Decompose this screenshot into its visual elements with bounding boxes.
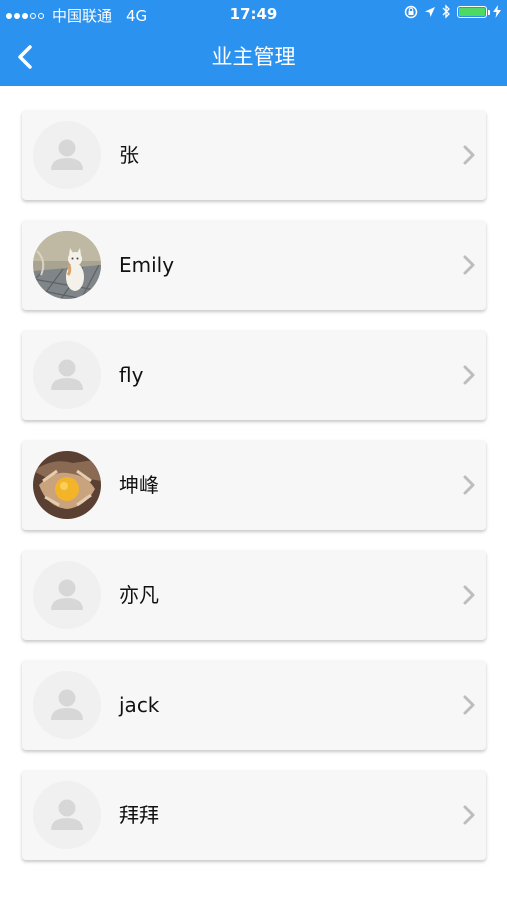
- chevron-right-icon: [463, 805, 475, 825]
- chevron-right-icon: [463, 475, 475, 495]
- battery-level: [459, 7, 485, 16]
- battery-icon: [457, 5, 490, 18]
- page-title: 业主管理: [211, 45, 296, 69]
- owner-list-item[interactable]: jack: [22, 660, 486, 750]
- bluetooth-icon: [442, 4, 450, 19]
- owner-list-item[interactable]: 坤峰: [22, 440, 486, 530]
- owner-name: 拜拜: [119, 803, 159, 827]
- owner-name: 亦凡: [119, 583, 159, 607]
- owner-list: 张 Emily fly 坤峰 亦凡 jack 拜拜: [22, 110, 486, 880]
- chevron-right-icon: [463, 695, 475, 715]
- owner-name: fly: [119, 363, 144, 387]
- app-header: 中国联通 4G 17:49 业主管理: [0, 0, 507, 86]
- status-right: [404, 4, 501, 19]
- charging-bolt-icon: [493, 5, 501, 18]
- chevron-right-icon: [463, 585, 475, 605]
- orientation-lock-icon: [404, 5, 418, 18]
- chevron-right-icon: [463, 255, 475, 275]
- status-bar: 中国联通 4G 17:49: [0, 0, 507, 28]
- chevron-right-icon: [463, 365, 475, 385]
- owner-list-item[interactable]: 张: [22, 110, 486, 200]
- owner-list-item[interactable]: Emily: [22, 220, 486, 310]
- cat-photo-avatar: [33, 231, 101, 299]
- location-arrow-icon: [425, 6, 435, 17]
- food-photo-avatar: [33, 451, 101, 519]
- default-avatar-icon: [33, 341, 101, 409]
- owner-name: 坤峰: [119, 473, 159, 497]
- owner-name: Emily: [119, 253, 175, 277]
- default-avatar-icon: [33, 671, 101, 739]
- nav-bar: 业主管理: [0, 28, 507, 86]
- owner-list-item[interactable]: 亦凡: [22, 550, 486, 640]
- default-avatar-icon: [33, 121, 101, 189]
- chevron-right-icon: [463, 145, 475, 165]
- owner-list-item[interactable]: 拜拜: [22, 770, 486, 860]
- default-avatar-icon: [33, 561, 101, 629]
- owner-list-item[interactable]: fly: [22, 330, 486, 420]
- default-avatar-icon: [33, 781, 101, 849]
- owner-name: jack: [119, 693, 160, 717]
- owner-name: 张: [119, 143, 139, 167]
